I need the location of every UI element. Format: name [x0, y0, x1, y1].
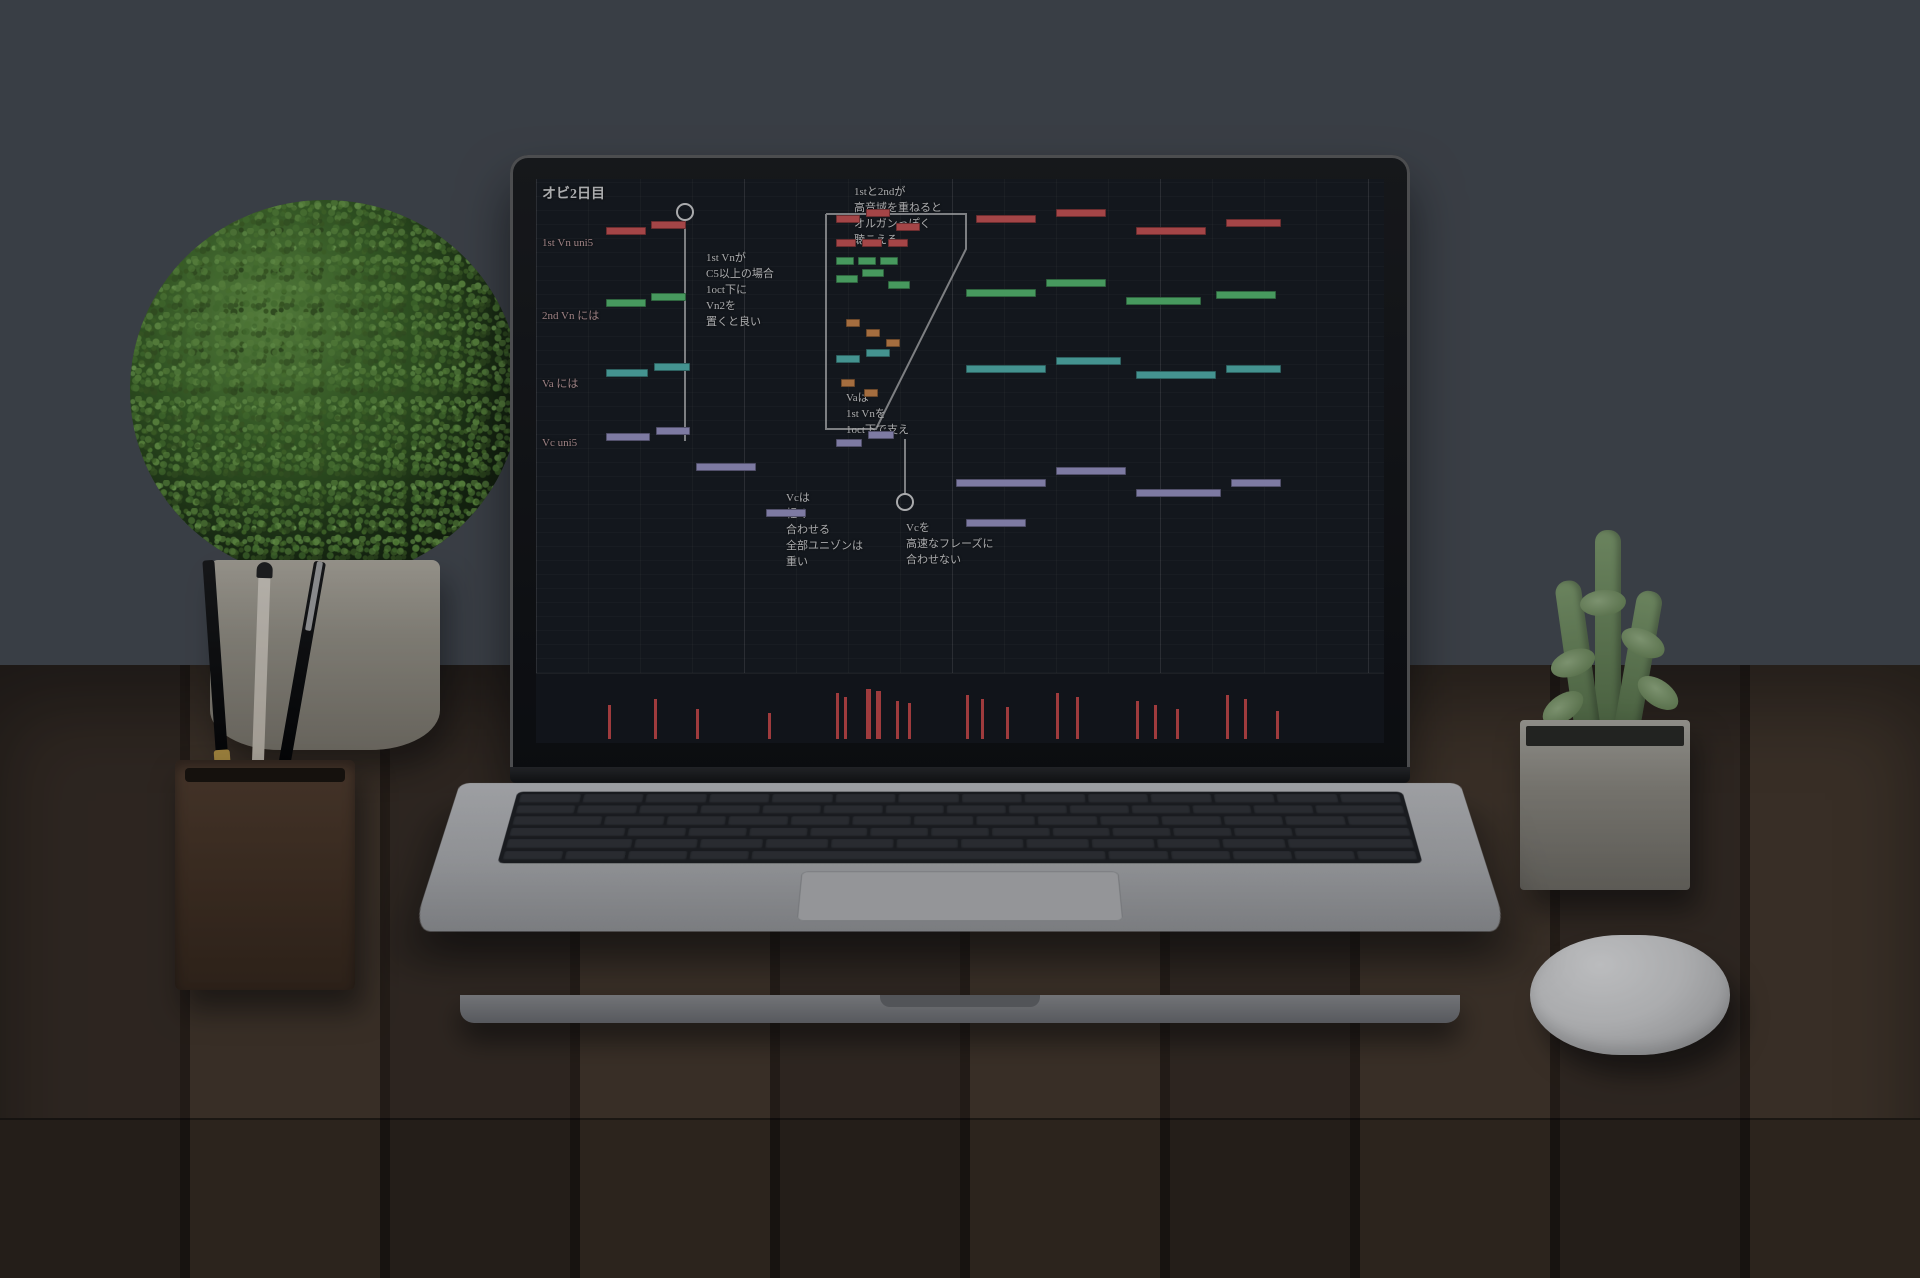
midi-note [880, 257, 898, 265]
annotation-4: Vcは 軽く 合わせる 全部ユニゾンは 重い [786, 489, 863, 569]
midi-note [858, 257, 876, 265]
midi-note [966, 365, 1046, 373]
midi-note [651, 221, 686, 229]
topiary-pot [210, 560, 440, 750]
velocity-bar [654, 699, 657, 739]
laptop: オビ2日目 1st Vn uni5 2nd Vn には Va には Vc uni… [460, 155, 1460, 1095]
laptop-lid: オビ2日目 1st Vn uni5 2nd Vn には Va には Vc uni… [510, 155, 1410, 775]
velocity-bar [836, 693, 839, 739]
velocity-bar [876, 691, 881, 739]
midi-note [836, 275, 858, 283]
velocity-bar [866, 689, 871, 739]
midi-note [966, 289, 1036, 297]
midi-note [1056, 467, 1126, 475]
midi-note [1226, 219, 1281, 227]
velocity-bar [608, 705, 611, 739]
midi-note [841, 379, 855, 387]
midi-note [836, 239, 856, 247]
desk-front-edge [0, 1118, 1920, 1278]
midi-note [888, 239, 908, 247]
velocity-bar [696, 709, 699, 739]
midi-note [1216, 291, 1276, 299]
midi-note [1056, 209, 1106, 217]
velocity-bar [908, 703, 911, 739]
velocity-bar [981, 699, 984, 739]
annotation-leader-line [684, 221, 686, 441]
laptop-trackpad [797, 871, 1124, 921]
track-label-va: Va には [542, 375, 578, 391]
midi-note [606, 227, 646, 235]
velocity-bar [844, 697, 847, 739]
midi-note [606, 369, 648, 377]
midi-note [886, 339, 900, 347]
velocity-bar [1226, 695, 1229, 739]
velocity-bar [1276, 711, 1279, 739]
velocity-bar [896, 701, 899, 739]
midi-note [846, 319, 860, 327]
velocity-bar [768, 713, 771, 739]
midi-note [866, 209, 890, 217]
pencil-holder [175, 760, 355, 990]
laptop-notch [880, 995, 1040, 1007]
midi-note [1226, 365, 1281, 373]
midi-note [836, 439, 862, 447]
velocity-bar [1056, 693, 1059, 739]
annotation-circle [676, 203, 694, 221]
midi-note [606, 433, 650, 441]
track-label-vn2: 2nd Vn には [542, 307, 599, 323]
midi-note [1136, 489, 1221, 497]
midi-note [1136, 371, 1216, 379]
midi-note [836, 215, 860, 223]
midi-note [836, 355, 860, 363]
midi-note [1231, 479, 1281, 487]
midi-note [896, 223, 920, 231]
session-title: オビ2日目 [542, 183, 605, 203]
midi-note [696, 463, 756, 471]
midi-note [888, 281, 910, 289]
laptop-screen: オビ2日目 1st Vn uni5 2nd Vn には Va には Vc uni… [536, 179, 1384, 743]
velocity-bar [1006, 707, 1009, 739]
midi-note [966, 519, 1026, 527]
midi-note [606, 299, 646, 307]
annotation-circle [896, 493, 914, 511]
computer-mouse [1530, 935, 1730, 1055]
midi-note [654, 363, 690, 371]
midi-note [1056, 357, 1121, 365]
midi-note [866, 329, 880, 337]
midi-note [766, 509, 806, 517]
midi-note [862, 269, 884, 277]
velocity-bar [1076, 697, 1079, 739]
midi-note [956, 479, 1046, 487]
annotation-leader-line [904, 439, 906, 495]
midi-note [1126, 297, 1201, 305]
midi-note [864, 389, 878, 397]
track-label-vc: Vc uni5 [542, 437, 577, 449]
laptop-base [413, 783, 1508, 931]
velocity-bar [966, 695, 969, 739]
velocity-lane [536, 673, 1384, 743]
midi-note [1046, 279, 1106, 287]
track-label-vn1: 1st Vn uni5 [542, 237, 593, 249]
midi-note [836, 257, 854, 265]
midi-note [868, 431, 894, 439]
annotation-2: 1st Vnが C5以上の場合 1oct下に Vn2を 置くと良い [706, 249, 774, 329]
midi-note [976, 215, 1036, 223]
laptop-keyboard [497, 792, 1422, 864]
midi-note [862, 239, 882, 247]
velocity-bar [1154, 705, 1157, 739]
succulent-pot [1520, 720, 1690, 890]
midi-note [656, 427, 690, 435]
velocity-bar [1176, 709, 1179, 739]
midi-note [866, 349, 890, 357]
midi-note [651, 293, 686, 301]
midi-note [1136, 227, 1206, 235]
velocity-bar [1136, 701, 1139, 739]
velocity-bar [1244, 699, 1247, 739]
laptop-hinge [510, 767, 1410, 783]
piano-roll-editor: オビ2日目 1st Vn uni5 2nd Vn には Va には Vc uni… [536, 179, 1384, 743]
succulent-plant [1540, 530, 1680, 740]
